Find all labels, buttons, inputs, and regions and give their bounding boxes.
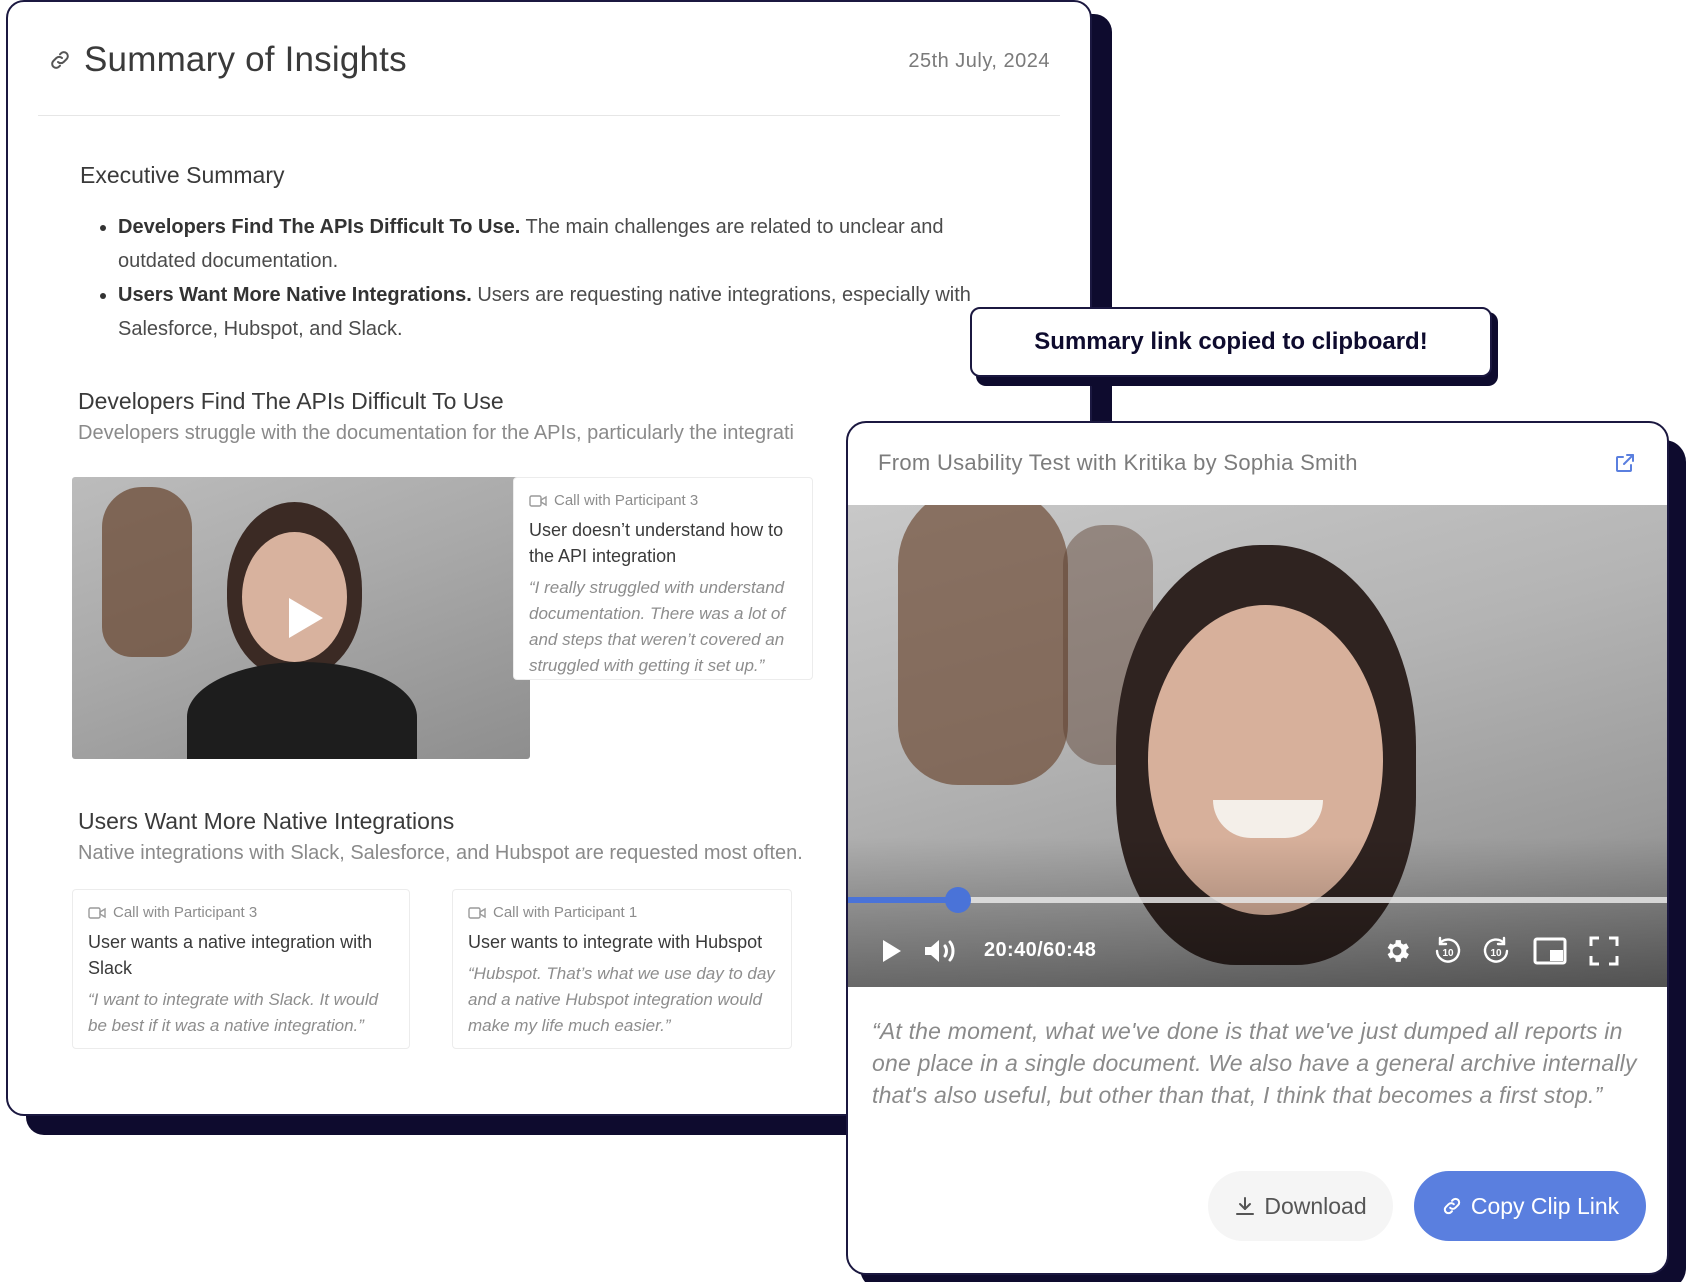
clip-card[interactable]: Call with Participant 3 User doesn’t und…: [513, 477, 813, 680]
clip-source-label: Call with Participant 3: [113, 904, 258, 921]
clip-quote: “I really struggled with understand docu…: [529, 578, 786, 675]
player-controls: 20:40/60:48 10 10: [848, 929, 1667, 973]
download-button[interactable]: Download: [1208, 1171, 1393, 1241]
clip-source-title: From Usability Test with Kritika by Soph…: [878, 450, 1358, 475]
clip-source-label: Call with Participant 1: [493, 904, 638, 921]
link-icon: [1441, 1195, 1463, 1217]
rewind-10-icon[interactable]: 10: [1430, 929, 1466, 973]
summary-date: 25th July, 2024: [908, 50, 1050, 72]
clip-quote: “Hubspot. That’s what we use day to day …: [468, 964, 775, 1035]
gear-icon[interactable]: [1380, 929, 1414, 973]
external-link-icon[interactable]: [1613, 451, 1637, 475]
clip-title: User wants a native integration with Sla…: [88, 932, 373, 978]
clip-source-label: Call with Participant 3: [554, 492, 699, 509]
video-camera-icon: [468, 906, 486, 920]
clip-source: Call with Participant 3: [88, 904, 394, 921]
guitar-shape: [898, 505, 1068, 785]
picture-in-picture-icon[interactable]: [1532, 929, 1568, 973]
executive-summary-list: Developers Find The APIs Difficult To Us…: [98, 210, 978, 346]
bullet-bold: Users Want More Native Integrations.: [118, 284, 472, 306]
video-player[interactable]: 20:40/60:48 10 10: [848, 505, 1667, 987]
section-title: Users Want More Native Integrations: [78, 808, 455, 834]
clip-quote: “At the moment, what we've done is that …: [872, 1018, 1637, 1108]
forward-10-icon[interactable]: 10: [1478, 929, 1514, 973]
person-face: [242, 532, 347, 662]
link-icon[interactable]: [48, 48, 72, 72]
list-item: Users Want More Native Integrations. Use…: [98, 278, 978, 346]
progress-fill: [848, 897, 959, 903]
copy-clip-link-label: Copy Clip Link: [1470, 1192, 1620, 1219]
play-icon[interactable]: [289, 598, 323, 638]
video-camera-icon: [88, 906, 106, 920]
progress-bar[interactable]: [848, 887, 1667, 913]
clip-player-card: From Usability Test with Kritika by Soph…: [846, 421, 1669, 1275]
executive-summary-heading: Executive Summary: [80, 162, 285, 188]
section-title: Developers Find The APIs Difficult To Us…: [78, 388, 504, 414]
clip-quote: “I want to integrate with Slack. It woul…: [88, 990, 379, 1035]
summary-title-wrap: Summary of Insights: [48, 40, 407, 80]
section-subtitle: Native integrations with Slack, Salesfor…: [78, 842, 803, 864]
clip-card[interactable]: Call with Participant 1 User wants to in…: [452, 889, 792, 1049]
guitar-shape: [102, 487, 192, 657]
video-thumbnail[interactable]: [72, 477, 530, 759]
player-header: From Usability Test with Kritika by Soph…: [848, 423, 1667, 505]
clip-title: User wants to integrate with Hubspot: [468, 932, 763, 952]
clip-title: User doesn’t understand how to the API i…: [529, 520, 784, 566]
list-item: Developers Find The APIs Difficult To Us…: [98, 210, 978, 278]
clip-card[interactable]: Call with Participant 3 User wants a nat…: [72, 889, 410, 1049]
svg-text:10: 10: [1490, 948, 1502, 959]
fullscreen-icon[interactable]: [1586, 929, 1622, 973]
bullet-bold: Developers Find The APIs Difficult To Us…: [118, 216, 521, 238]
person-body: [187, 662, 417, 759]
page-title: Summary of Insights: [84, 40, 407, 79]
time-readout: 20:40/60:48: [984, 939, 1097, 961]
toast-notification: Summary link copied to clipboard!: [970, 307, 1492, 377]
clip-source: Call with Participant 1: [468, 904, 776, 921]
download-icon: [1234, 1195, 1256, 1217]
play-icon[interactable]: [878, 929, 906, 973]
svg-text:10: 10: [1442, 948, 1454, 959]
section-subtitle: Developers struggle with the documentati…: [78, 422, 794, 444]
video-camera-icon: [529, 494, 547, 508]
download-label: Download: [1264, 1192, 1367, 1219]
clip-source: Call with Participant 3: [529, 492, 797, 509]
volume-icon[interactable]: [922, 929, 960, 973]
copy-clip-link-button[interactable]: Copy Clip Link: [1414, 1171, 1646, 1241]
